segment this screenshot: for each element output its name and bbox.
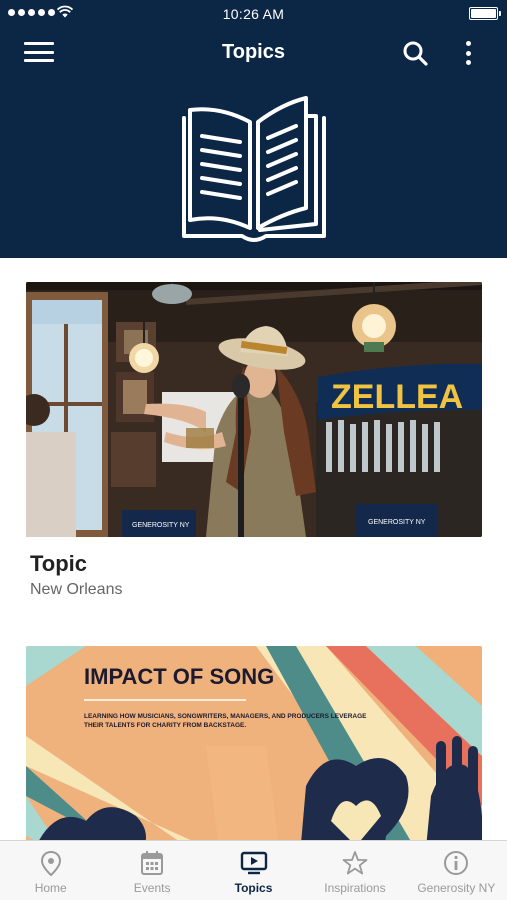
topic-title: Topic	[30, 551, 88, 576]
tab-home[interactable]: Home	[0, 841, 101, 900]
topic-card[interactable]: IMPACT OF SONG LEARNING HOW MUSICIANS, S…	[26, 646, 482, 840]
topic-card-image[interactable]: ZELLEA GENEROSITY NY GENEROSITY NY	[26, 282, 482, 537]
impact-of-song-poster: IMPACT OF SONG LEARNING HOW MUSICIANS, S…	[26, 646, 482, 840]
podium-text: GENEROSITY NY	[368, 519, 426, 526]
topic-subtitle: New Orleans	[30, 581, 123, 598]
tab-label: Events	[133, 881, 171, 895]
tab-label: Generosity NY	[417, 881, 496, 895]
poster-headline: IMPACT OF SONG	[84, 664, 274, 689]
status-time: 10:26 AM	[222, 6, 285, 22]
bottom-tab-bar: Home Events Topics Inspirations Generosi…	[0, 840, 507, 900]
status-bar: 10:26 AM	[0, 0, 507, 28]
banner-text: ZELLEA	[331, 378, 463, 416]
battery-icon	[469, 7, 501, 20]
page-title: Topics	[222, 41, 285, 63]
more-vertical-icon[interactable]	[458, 38, 478, 68]
calendar-icon	[141, 851, 164, 875]
topic-card[interactable]: ZELLEA GENEROSITY NY GENEROSITY NY Topic…	[26, 282, 482, 599]
video-play-icon	[240, 851, 267, 875]
search-icon[interactable]	[401, 39, 429, 67]
tab-label: Topics	[234, 881, 273, 895]
tab-topics[interactable]: Topics	[203, 841, 304, 900]
topics-list: ZELLEA GENEROSITY NY GENEROSITY NY Topic…	[0, 258, 507, 840]
open-book-icon	[182, 96, 326, 242]
tab-events[interactable]: Events	[101, 841, 202, 900]
topic-card-image[interactable]: IMPACT OF SONG LEARNING HOW MUSICIANS, S…	[26, 646, 482, 840]
poster-tagline: LEARNING HOW MUSICIANS, SONGWRITERS, MAN…	[84, 713, 367, 729]
star-icon	[342, 851, 368, 875]
info-icon	[444, 851, 469, 875]
tab-generosity-ny[interactable]: Generosity NY	[406, 841, 507, 900]
tab-label: Inspirations	[324, 881, 386, 895]
location-pin-icon	[40, 850, 61, 877]
tab-label: Home	[34, 881, 67, 895]
performer-photo: ZELLEA GENEROSITY NY GENEROSITY NY	[26, 282, 482, 537]
podium-text: GENEROSITY NY	[132, 522, 190, 529]
app-header: 10:26 AM Topics	[0, 0, 507, 258]
tab-inspirations[interactable]: Inspirations	[304, 841, 405, 900]
